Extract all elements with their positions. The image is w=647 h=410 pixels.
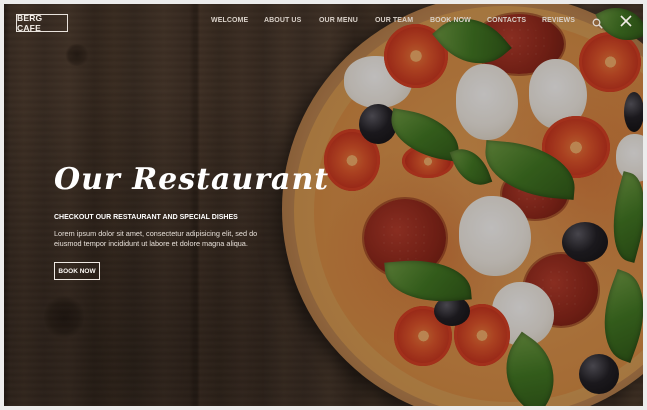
page-frame: BERG CAFE WELCOME ABOUT US OUR MENU OUR … (4, 4, 643, 406)
nav-item-welcome[interactable]: WELCOME (211, 17, 248, 24)
close-icon[interactable] (619, 14, 633, 28)
nav-item-our-team[interactable]: OUR TEAM (375, 17, 413, 24)
nav-item-contacts[interactable]: CONTACTS (487, 17, 526, 24)
hero-subtitle: CHECKOUT OUR RESTAURANT AND SPECIAL DISH… (54, 214, 238, 221)
wood-knot (64, 44, 90, 66)
mozzarella (456, 64, 518, 140)
brand-logo-text: BERG CAFE (17, 13, 43, 33)
book-now-button[interactable]: BOOK NOW (54, 262, 100, 280)
book-now-button-label: BOOK NOW (58, 267, 96, 275)
nav-item-reviews[interactable]: REVIEWS (542, 17, 575, 24)
hero-description: Lorem ipsum dolor sit amet, consectetur … (54, 229, 258, 248)
black-olive (579, 354, 619, 394)
hero-title: Our Restaurant (54, 162, 330, 197)
brand-logo[interactable]: BERG CAFE (16, 13, 68, 33)
mozzarella (459, 196, 531, 276)
tomato-slice (579, 32, 641, 92)
wood-knot (44, 294, 84, 340)
black-olive (562, 222, 608, 262)
nav-item-about-us[interactable]: ABOUT US (264, 17, 301, 24)
nav-item-our-menu[interactable]: OUR MENU (319, 17, 358, 24)
black-olive (624, 92, 643, 132)
nav-item-book-now[interactable]: BOOK NOW (430, 17, 471, 24)
search-icon[interactable] (592, 16, 603, 29)
